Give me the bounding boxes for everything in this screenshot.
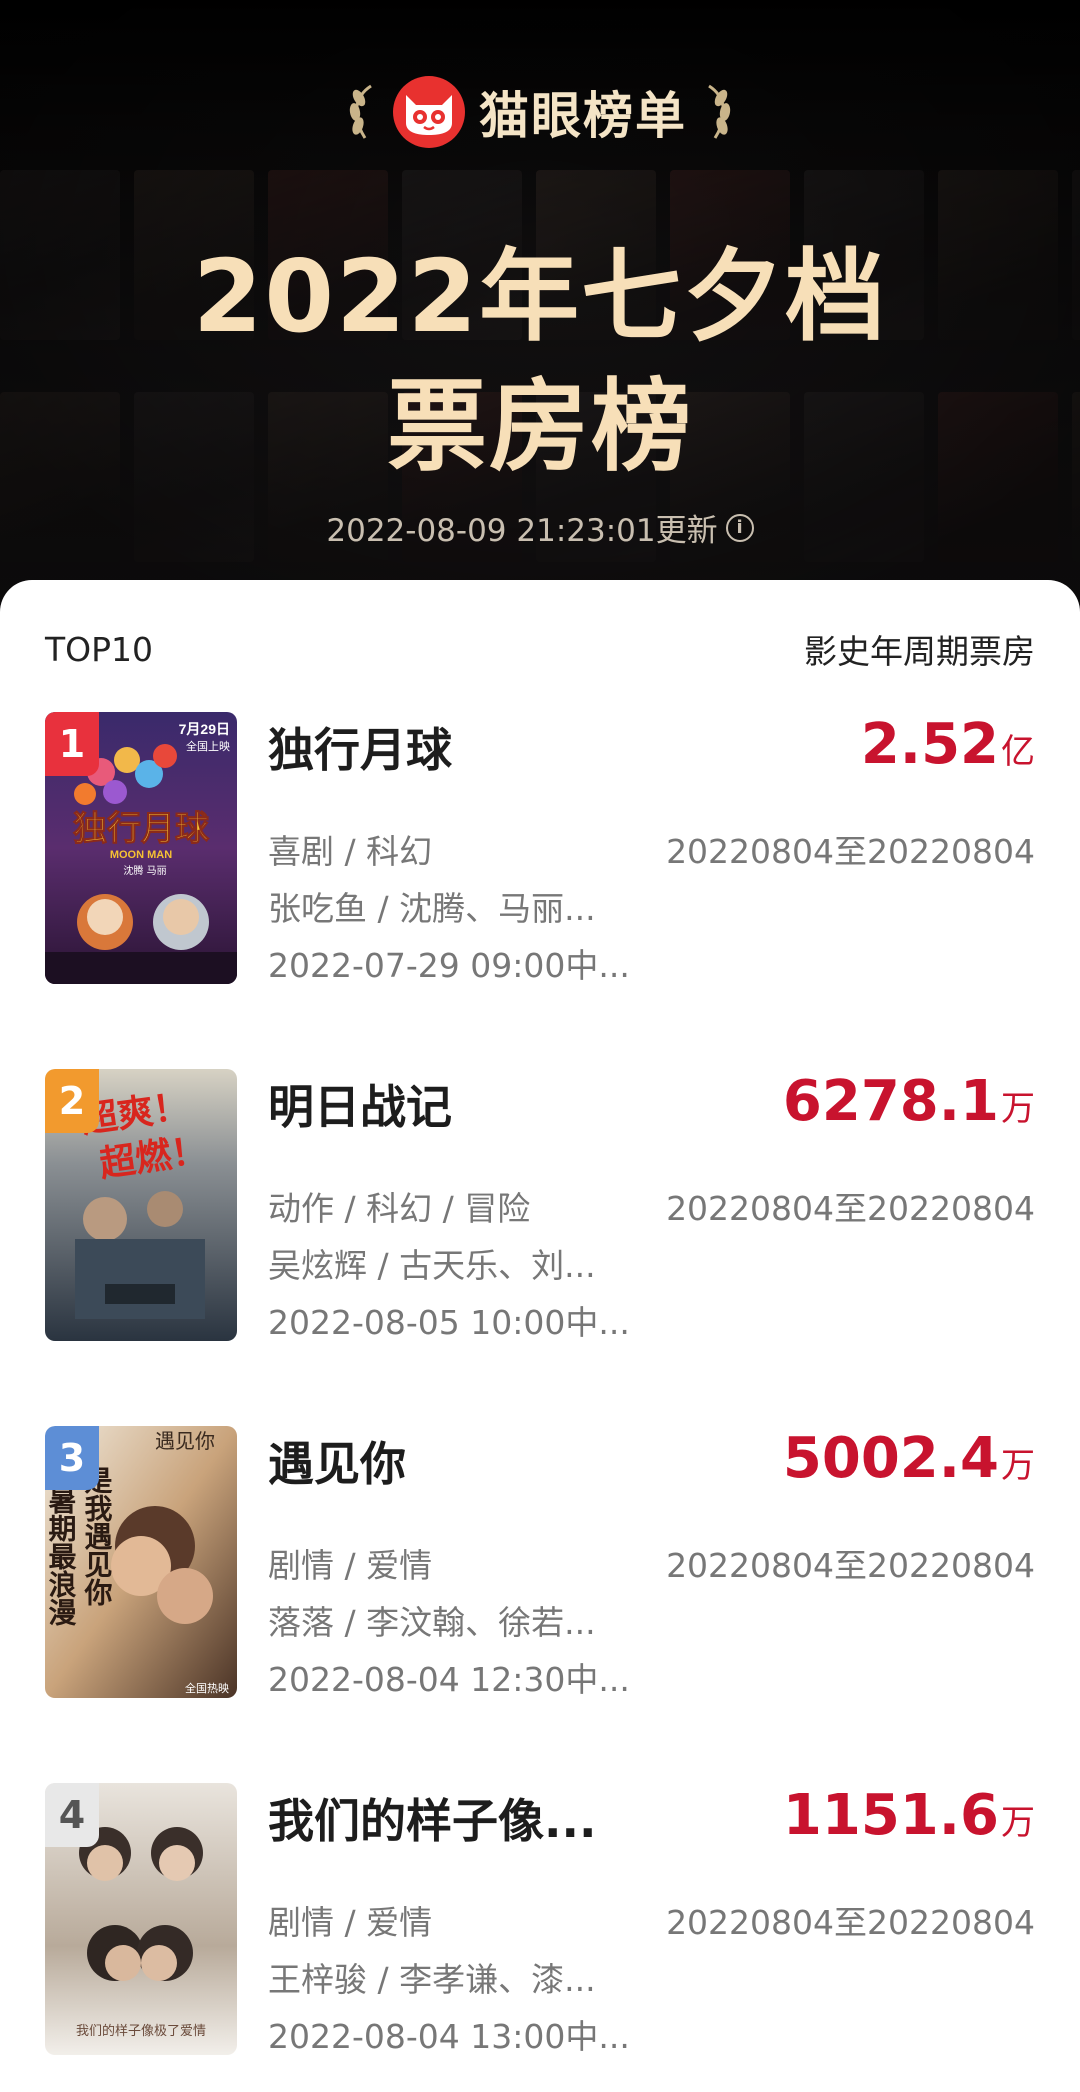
box-office-value: 2.52 <box>860 712 999 777</box>
box-office-value: 5002.4 <box>782 1426 999 1491</box>
update-time-text: 2022-08-09 21:23:01更新 <box>326 513 718 549</box>
movie-title: 独行月球 <box>268 723 452 777</box>
box-office-period: 20220804至20220804 <box>666 1546 1035 1585</box>
movie-poster-1: 7月29日 全国上映 独行月球 MOON MAN 沈腾 马丽 1 <box>45 712 237 984</box>
box-office-unit: 万 <box>1001 1803 1035 1843</box>
movie-genre: 喜剧 / 科幻 <box>268 832 433 871</box>
box-office-period: 20220804至20220804 <box>666 832 1035 871</box>
movie-poster-3: 遇见你 暑期最浪漫 是我遇见你 全国热映 3 <box>45 1426 237 1698</box>
movie-title: 遇见你 <box>268 1437 406 1491</box>
svg-text:全国上映: 全国上映 <box>186 739 230 753</box>
movie-release: 2022-08-04 13:00中... <box>268 2017 630 2056</box>
svg-text:暑期最浪漫: 暑期最浪漫 <box>45 1486 78 1626</box>
svg-text:遇见你: 遇见你 <box>155 1429 215 1453</box>
movie-cast: 王梓骏 / 李孝谦、漆... <box>268 1960 596 1999</box>
movie-genre: 剧情 / 爱情 <box>268 1546 433 1585</box>
svg-text:全国热映: 全国热映 <box>185 1681 229 1695</box>
brand-name: 猫眼榜单 <box>479 87 687 145</box>
movie-genre: 动作 / 科幻 / 冒险 <box>268 1189 531 1228</box>
svg-text:我们的样子像极了爱情: 我们的样子像极了爱情 <box>76 2023 206 2039</box>
box-office: 1151.6万 <box>783 1783 1035 1848</box>
laurel-left-icon <box>349 84 372 139</box>
box-office-value: 1151.6 <box>782 1783 999 1848</box>
movie-row-4[interactable]: 我们的样子像极了爱情 4 我们的样子像... 1151.6万 剧情 / 爱情 2… <box>45 1783 1035 2056</box>
movie-row-1[interactable]: 7月29日 全国上映 独行月球 MOON MAN 沈腾 马丽 1 独行月球 2.… <box>45 712 1035 985</box>
box-office: 5002.4万 <box>783 1426 1035 1491</box>
box-office-value: 6278.1 <box>782 1069 999 1134</box>
movie-release: 2022-08-04 12:30中... <box>268 1660 630 1699</box>
svg-text:7月29日: 7月29日 <box>179 721 230 737</box>
rank-badge-2: 2 <box>45 1069 99 1133</box>
rank-badge-4: 4 <box>45 1783 99 1847</box>
movie-cast: 张吃鱼 / 沈腾、马丽... <box>268 889 596 928</box>
movie-title: 明日战记 <box>268 1080 452 1134</box>
period-type-label[interactable]: 影史年周期票房 <box>804 625 1035 673</box>
page-title-line1: 2022年七夕档 <box>192 238 888 355</box>
ranking-card: TOP10 影史年周期票房 7月29日 全国上映 独行月球 MOON MAN 沈… <box>0 580 1080 2092</box>
update-time-row[interactable]: 2022-08-09 21:23:01更新 i <box>0 505 1080 550</box>
maoyan-cat-logo-icon <box>393 76 465 148</box>
movie-poster-4: 我们的样子像极了爱情 4 <box>45 1783 237 2055</box>
movie-title: 我们的样子像... <box>268 1794 597 1848</box>
movie-poster-2: 超爽！ 超燃！ 2 <box>45 1069 237 1341</box>
movie-genre: 剧情 / 爱情 <box>268 1903 433 1942</box>
movie-row-3[interactable]: 遇见你 暑期最浪漫 是我遇见你 全国热映 3 遇见你 5002.4万 剧情 / … <box>45 1426 1035 1699</box>
brand: 猫眼榜单 <box>0 72 1080 152</box>
svg-text:MOON MAN: MOON MAN <box>110 849 172 861</box>
page-title-line2: 票房榜 <box>387 368 693 485</box>
laurel-right-icon <box>708 84 731 139</box>
box-office: 2.52亿 <box>861 712 1035 777</box>
box-office-unit: 亿 <box>1001 732 1035 772</box>
box-office-unit: 万 <box>1001 1089 1035 1129</box>
rank-badge-1: 1 <box>45 712 99 776</box>
rank-badge-3: 3 <box>45 1426 99 1490</box>
top10-label: TOP10 <box>45 629 154 669</box>
movie-release: 2022-08-05 10:00中... <box>268 1303 630 1342</box>
box-office-period: 20220804至20220804 <box>666 1189 1035 1228</box>
header-banner: 猫眼榜单 2022年七夕档 票房榜 2022-08-09 21:23:01更新 … <box>0 0 1080 600</box>
movie-release: 2022-07-29 09:00中... <box>268 946 630 985</box>
svg-text:独行月球: 独行月球 <box>73 809 210 849</box>
movie-cast: 落落 / 李汶翰、徐若... <box>268 1603 596 1642</box>
box-office-unit: 万 <box>1001 1446 1035 1486</box>
movie-cast: 吴炫辉 / 古天乐、刘... <box>268 1246 596 1285</box>
movie-row-2[interactable]: 超爽！ 超燃！ 2 明日战记 6278.1万 动作 / 科幻 / 冒险 2022… <box>45 1069 1035 1342</box>
box-office-period: 20220804至20220804 <box>666 1903 1035 1942</box>
card-header: TOP10 影史年周期票房 <box>45 625 1035 673</box>
svg-text:沈腾 马丽: 沈腾 马丽 <box>123 864 166 877</box>
info-icon[interactable]: i <box>725 513 754 542</box>
box-office: 6278.1万 <box>783 1069 1035 1134</box>
